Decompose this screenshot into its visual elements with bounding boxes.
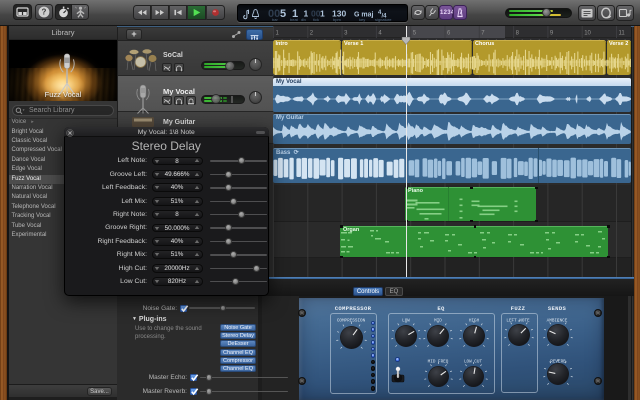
svg-text:bpm: bpm [333,17,341,22]
svg-text:8: 8 [516,31,520,37]
svg-text:SENDS: SENDS [548,305,567,312]
svg-text:5: 5 [413,31,417,37]
svg-text:beat: beat [290,17,299,22]
svg-text:signature: signature [375,17,392,22]
svg-text:1: 1 [276,31,280,37]
svg-text:4: 4 [378,31,382,37]
svg-text:EQ: EQ [437,305,445,312]
svg-text:bar: bar [272,17,278,22]
svg-text:9: 9 [550,31,554,37]
svg-text:5: 5 [280,8,286,20]
svg-text:7: 7 [481,31,485,37]
svg-text:11: 11 [619,31,626,37]
svg-text:?: ? [42,8,47,17]
svg-text:COMPRESSOR: COMPRESSOR [335,305,372,312]
svg-text:2: 2 [310,31,314,37]
svg-text:key: key [359,17,365,22]
svg-text:10: 10 [584,31,591,37]
svg-text:6: 6 [447,31,451,37]
svg-text:div: div [301,17,306,22]
svg-text:tick: tick [313,17,319,22]
svg-text:1: 1 [320,9,325,19]
svg-text:3: 3 [344,31,348,37]
